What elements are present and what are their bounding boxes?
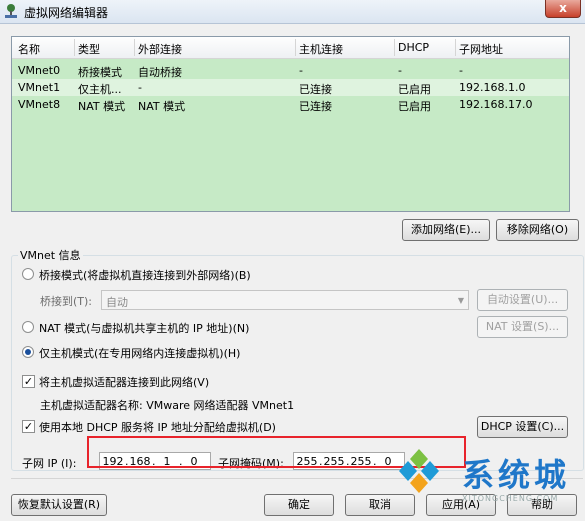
- table-header: 名称 类型 外部连接 主机连接 DHCP 子网地址: [12, 37, 569, 59]
- table-row[interactable]: VMnet8 NAT 模式 NAT 模式 已连接 已启用 192.168.17.…: [12, 96, 569, 113]
- remove-network-button[interactable]: 移除网络(O): [496, 219, 579, 241]
- watermark-text: 系统城: [462, 456, 571, 494]
- cancel-button[interactable]: 取消: [345, 494, 415, 516]
- bridge-to-label: 桥接到(T):: [40, 295, 93, 308]
- dhcp-label[interactable]: 使用本地 DHCP 服务将 IP 地址分配给虚拟机(D): [39, 419, 276, 435]
- table-row[interactable]: VMnet1 仅主机... - 已连接 已启用 192.168.1.0: [12, 79, 569, 96]
- network-app-icon: [5, 4, 17, 18]
- bridge-to-value: 自动: [106, 296, 128, 309]
- auto-settings-button[interactable]: 自动设置(U)...: [477, 289, 568, 311]
- chevron-down-icon: ▼: [457, 296, 464, 305]
- cell-name: VMnet0: [18, 64, 61, 77]
- cell-type: NAT 模式: [78, 100, 126, 113]
- vmnet-info-title: VMnet 信息: [18, 247, 83, 263]
- cell-name: VMnet1: [18, 81, 61, 94]
- nat-settings-button[interactable]: NAT 设置(S)...: [477, 316, 568, 338]
- cell-host: 已连接: [299, 100, 332, 113]
- nat-mode-radio[interactable]: [22, 321, 34, 333]
- dhcp-checkbox[interactable]: ✓: [22, 420, 35, 433]
- cell-subnet: -: [459, 64, 463, 77]
- cell-dhcp: 已启用: [398, 100, 431, 113]
- table-row[interactable]: VMnet0 桥接模式 自动桥接 - - -: [12, 62, 569, 79]
- connect-adapter-checkbox[interactable]: ✓: [22, 375, 35, 388]
- close-button[interactable]: x: [545, 0, 581, 18]
- cell-name: VMnet8: [18, 98, 61, 111]
- cell-host: 已连接: [299, 83, 332, 96]
- ok-button[interactable]: 确定: [264, 494, 334, 516]
- cell-host: -: [299, 64, 303, 77]
- nat-mode-label[interactable]: NAT 模式(与虚拟机共享主机的 IP 地址)(N): [39, 320, 249, 336]
- column-header-type[interactable]: 类型: [78, 41, 100, 57]
- connect-adapter-label[interactable]: 将主机虚拟适配器连接到此网络(V): [39, 374, 209, 390]
- host-only-mode-label[interactable]: 仅主机模式(在专用网络内连接虚拟机)(H): [39, 345, 240, 361]
- add-network-button[interactable]: 添加网络(E)...: [402, 219, 490, 241]
- restore-defaults-button[interactable]: 恢复默认设置(R): [11, 494, 107, 516]
- adapter-name-label: 主机虚拟适配器名称: VMware 网络适配器 VMnet1: [40, 399, 295, 412]
- cell-type: 仅主机...: [78, 83, 122, 96]
- column-header-external[interactable]: 外部连接: [138, 41, 182, 57]
- cell-subnet: 192.168.17.0: [459, 98, 533, 111]
- bridged-mode-label[interactable]: 桥接模式(将虚拟机直接连接到外部网络)(B): [39, 267, 251, 283]
- title-bar: 虚拟网络编辑器: [0, 0, 585, 24]
- column-header-host[interactable]: 主机连接: [299, 41, 343, 57]
- window-title: 虚拟网络编辑器: [24, 6, 109, 20]
- cell-dhcp: 已启用: [398, 83, 431, 96]
- cell-external: 自动桥接: [138, 66, 182, 79]
- network-table[interactable]: 名称 类型 外部连接 主机连接 DHCP 子网地址 VMnet0 桥接模式 自动…: [11, 36, 570, 212]
- bridge-to-select[interactable]: 自动 ▼: [101, 290, 469, 310]
- host-only-mode-radio[interactable]: [22, 346, 34, 358]
- cell-external: -: [138, 81, 142, 94]
- watermark-logo-icon: [399, 449, 439, 493]
- cell-external: NAT 模式: [138, 100, 186, 113]
- cell-dhcp: -: [398, 64, 402, 77]
- column-header-subnet[interactable]: 子网地址: [459, 41, 503, 57]
- subnet-ip-label: 子网 IP (I):: [22, 457, 77, 470]
- cell-subnet: 192.168.1.0: [459, 81, 526, 94]
- cell-type: 桥接模式: [78, 66, 122, 79]
- bridged-mode-radio[interactable]: [22, 268, 34, 280]
- column-header-name[interactable]: 名称: [18, 41, 40, 57]
- watermark-url: XITONGCHENG.COM: [462, 494, 559, 503]
- dhcp-settings-button[interactable]: DHCP 设置(C)...: [477, 416, 568, 438]
- column-header-dhcp[interactable]: DHCP: [398, 41, 429, 54]
